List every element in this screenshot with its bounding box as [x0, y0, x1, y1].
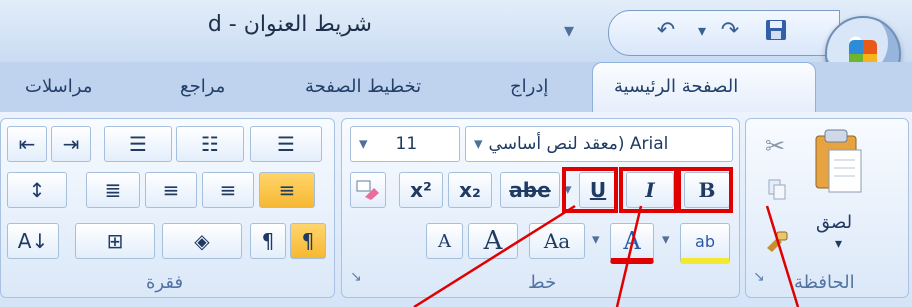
cut-icon[interactable]: ✂ [765, 132, 785, 160]
paragraph-group-label: فقرة [146, 272, 184, 293]
bold-highlight-box [677, 167, 733, 213]
sort-icon[interactable]: A↓ [7, 223, 59, 259]
window-title: شريط العنوان - d [207, 12, 372, 37]
borders-icon[interactable]: ⊞ [75, 223, 155, 259]
numbered-list-icon[interactable]: ☷ [176, 126, 244, 162]
change-case-button[interactable]: Aa [529, 223, 585, 259]
shrink-font-button[interactable]: A [426, 223, 463, 259]
undo-icon[interactable]: ↶ [650, 14, 682, 46]
font-size-dropdown-icon: ▾ [359, 134, 368, 154]
paste-label[interactable]: لصق [816, 212, 852, 233]
font-size-dropdown[interactable]: ▾ 11 [350, 126, 460, 162]
tab-mailings[interactable]: مراسلات [25, 76, 92, 97]
tab-home-label: الصفحة الرئيسية [614, 76, 739, 97]
paste-icon[interactable] [811, 126, 869, 208]
font-launcher-icon[interactable]: ↘ [350, 269, 368, 287]
format-painter-icon[interactable] [762, 228, 792, 254]
underline-highlight-box [562, 167, 618, 213]
font-name-dropdown-icon: ▾ [474, 134, 483, 154]
grow-font-button[interactable]: A [468, 223, 518, 259]
font-size-value: 11 [395, 134, 418, 154]
highlight-dropdown-icon[interactable]: ▾ [662, 230, 670, 248]
tab-insert[interactable]: إدراج [510, 76, 548, 97]
font-name-dropdown[interactable]: ▾ معقد لنص أساسي) Arial [465, 126, 733, 162]
shading-icon[interactable]: ◈ [162, 223, 242, 259]
decrease-indent-icon[interactable]: ⇤ [7, 126, 47, 162]
text-highlight-button[interactable]: ab [680, 223, 730, 264]
superscript-button[interactable]: x² [399, 172, 443, 208]
clipboard-group-label: الحافظة [794, 272, 855, 293]
redo-icon[interactable]: ↷ [714, 14, 746, 46]
paragraph-mark-icon[interactable]: ¶ [290, 223, 326, 259]
font-name-value: معقد لنص أساسي) Arial [488, 134, 669, 154]
center-icon[interactable]: ≡ [202, 172, 254, 208]
font-group-label: خط [528, 272, 557, 293]
tab-references[interactable]: مراجع [180, 76, 225, 97]
title-bar-edge [0, 0, 26, 62]
italic-highlight-box [619, 167, 678, 213]
clear-formatting-icon[interactable] [350, 172, 386, 208]
tab-page-layout[interactable]: تخطيط الصفحة [305, 76, 421, 97]
justify-icon[interactable]: ≣ [86, 172, 140, 208]
align-left-icon[interactable]: ≡ [259, 172, 315, 208]
subscript-button[interactable]: x₂ [448, 172, 492, 208]
copy-icon[interactable] [766, 178, 788, 202]
paste-dropdown-icon[interactable]: ▾ [835, 236, 842, 252]
bullets-list-icon[interactable]: ☰ [250, 126, 322, 162]
align-right-icon[interactable]: ≡ [145, 172, 197, 208]
save-icon[interactable] [760, 14, 792, 46]
strikethrough-button[interactable]: abe [500, 172, 560, 208]
show-hide-icon[interactable]: ¶ [250, 223, 286, 259]
line-spacing-icon[interactable]: ↕ [7, 172, 67, 208]
font-color-button[interactable]: A [610, 223, 654, 264]
customize-qat-icon[interactable]: ▾ [564, 18, 574, 42]
font-color-dropdown-icon[interactable]: ▾ [592, 230, 600, 248]
clipboard-launcher-icon[interactable]: ↘ [753, 269, 771, 287]
increase-indent-icon[interactable]: ⇥ [51, 126, 91, 162]
multilevel-list-icon[interactable]: ☰ [104, 126, 172, 162]
